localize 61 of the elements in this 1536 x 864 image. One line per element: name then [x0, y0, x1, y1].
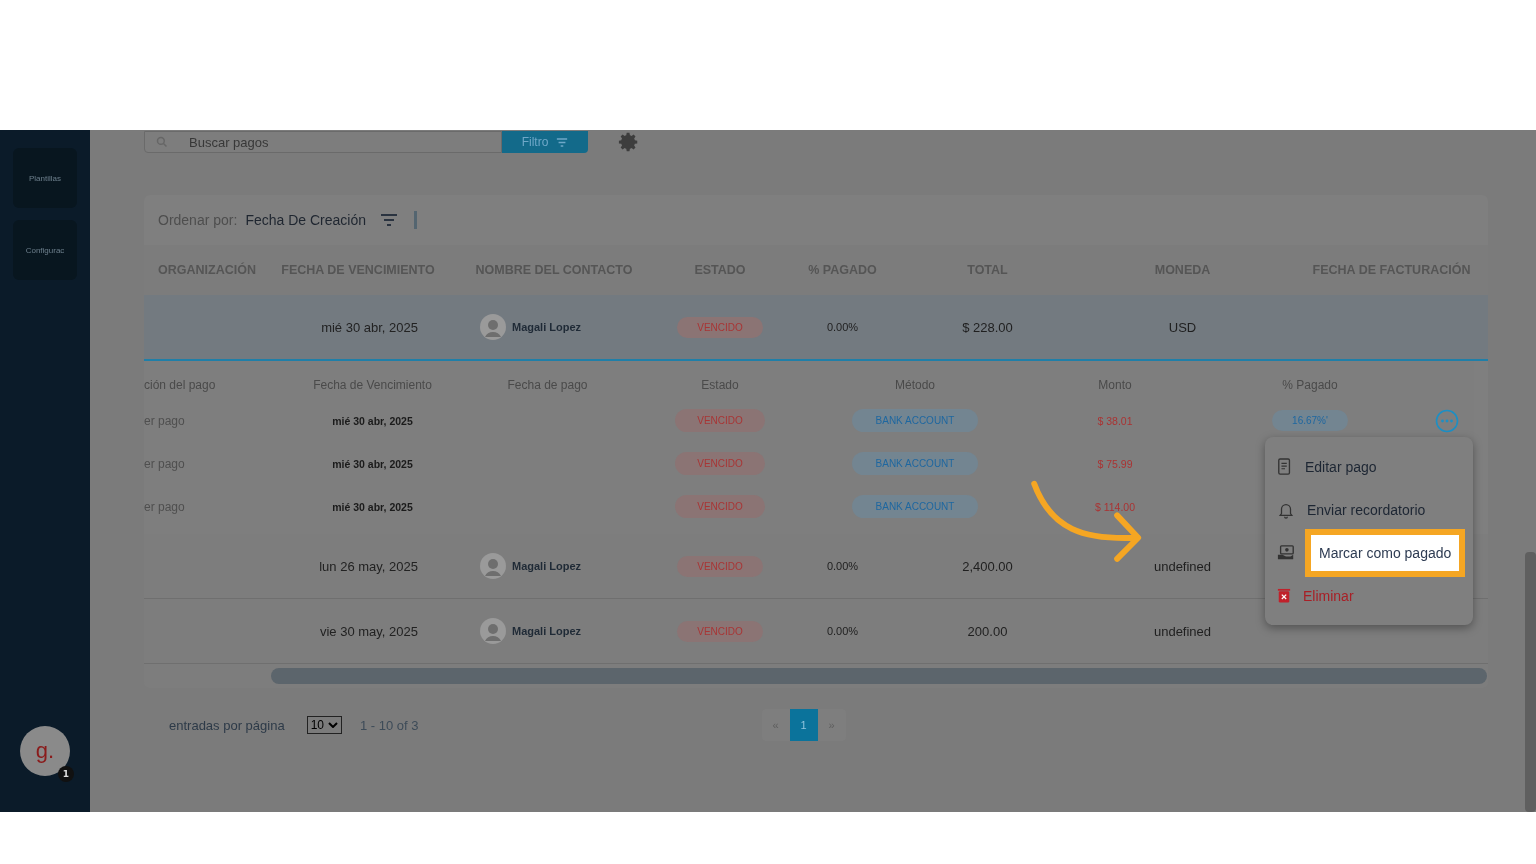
table-cell-text: $ 228.00 — [961, 319, 1014, 335]
table-cell-text: 0.00% — [825, 625, 860, 637]
avatar-icon — [480, 314, 506, 340]
table-cell-text: mié 30 abr, 2025 — [331, 457, 414, 470]
table-cell-text: 200.00 — [966, 623, 1009, 639]
contact-name: Magali Lopez — [512, 560, 582, 572]
percent-badge: 16.67%' — [1272, 410, 1348, 431]
chevron-down-icon — [328, 722, 338, 728]
search-field[interactable]: Buscar pagos — [144, 131, 502, 153]
avatar-icon — [480, 618, 506, 644]
method-badge: BANK ACCOUNT — [851, 452, 979, 475]
sidebar-item[interactable]: Configurac — [13, 220, 77, 280]
status-badge: VENCIDO — [675, 452, 765, 475]
sort-value[interactable]: Fecha De Creación — [245, 212, 366, 228]
table-cell-text: 0.00% — [825, 560, 860, 572]
table-cell-text: $ 75.99 — [1096, 457, 1134, 470]
page-button[interactable]: « — [761, 709, 790, 741]
table-cell-text: lun 26 may, 2025 — [319, 558, 419, 574]
table-cell-text: undefined — [1152, 623, 1213, 639]
table-cell-text: mié 30 abr, 2025 — [331, 500, 414, 513]
scrollbar[interactable] — [271, 668, 1487, 684]
menu-item[interactable]: Marcar como pagado — [1305, 528, 1466, 577]
trash-icon — [1277, 587, 1291, 604]
sort-icon[interactable] — [380, 214, 398, 226]
table-cell-text: vie 30 may, 2025 — [319, 623, 419, 639]
table-cell-text: undefined — [1152, 558, 1213, 574]
table-cell-text: $ 114.00 — [1093, 500, 1137, 513]
table-cell-text: $ 38.01 — [1096, 414, 1134, 427]
sidebar-item[interactable]: Plantillas — [13, 148, 77, 208]
menu-item[interactable]: Enviar recordatorio — [1307, 501, 1426, 518]
status-badge: VENCIDO — [675, 409, 765, 432]
page-button[interactable]: » — [817, 709, 846, 741]
cash-icon — [1277, 543, 1295, 562]
scrollbar[interactable] — [1525, 552, 1536, 812]
contact-name: Magali Lopez — [512, 321, 582, 333]
per-page-select[interactable]: 10 — [306, 716, 342, 734]
table-cell-text: 2,400.00 — [961, 558, 1014, 574]
settings-icon[interactable] — [618, 131, 640, 153]
status-badge: VENCIDO — [677, 620, 763, 642]
document-icon — [1277, 457, 1293, 476]
per-page-label: entradas por página — [169, 717, 285, 733]
filter-button[interactable]: Filtro — [502, 131, 588, 153]
table-cell-text: USD — [1167, 319, 1198, 335]
menu-item[interactable]: Editar pago — [1305, 458, 1377, 475]
method-badge: BANK ACCOUNT — [851, 409, 979, 432]
filter-icon — [556, 137, 569, 147]
status-badge: VENCIDO — [677, 316, 763, 338]
avatar-icon — [480, 553, 506, 579]
range-text: 1 - 10 of 3 — [360, 717, 419, 733]
table-row[interactable]: mié 30 abr, 2025 Magali Lopez VENCIDO 0.00% $ 228.00 USD — [144, 295, 1488, 361]
table-cell-text: 0.00% — [825, 321, 860, 333]
table-cell-text: mié 30 abr, 2025 — [331, 414, 414, 427]
more-icon[interactable] — [1435, 408, 1459, 433]
notification-badge: 1 — [58, 766, 74, 782]
status-badge: VENCIDO — [675, 495, 765, 518]
table-cell-text: mié 30 abr, 2025 — [321, 319, 419, 335]
status-badge: VENCIDO — [677, 555, 763, 577]
user-initial: g. — [35, 738, 55, 764]
contact-name: Magali Lopez — [512, 625, 582, 637]
page-button[interactable]: 1 — [789, 709, 818, 741]
method-badge: BANK ACCOUNT — [851, 495, 979, 518]
